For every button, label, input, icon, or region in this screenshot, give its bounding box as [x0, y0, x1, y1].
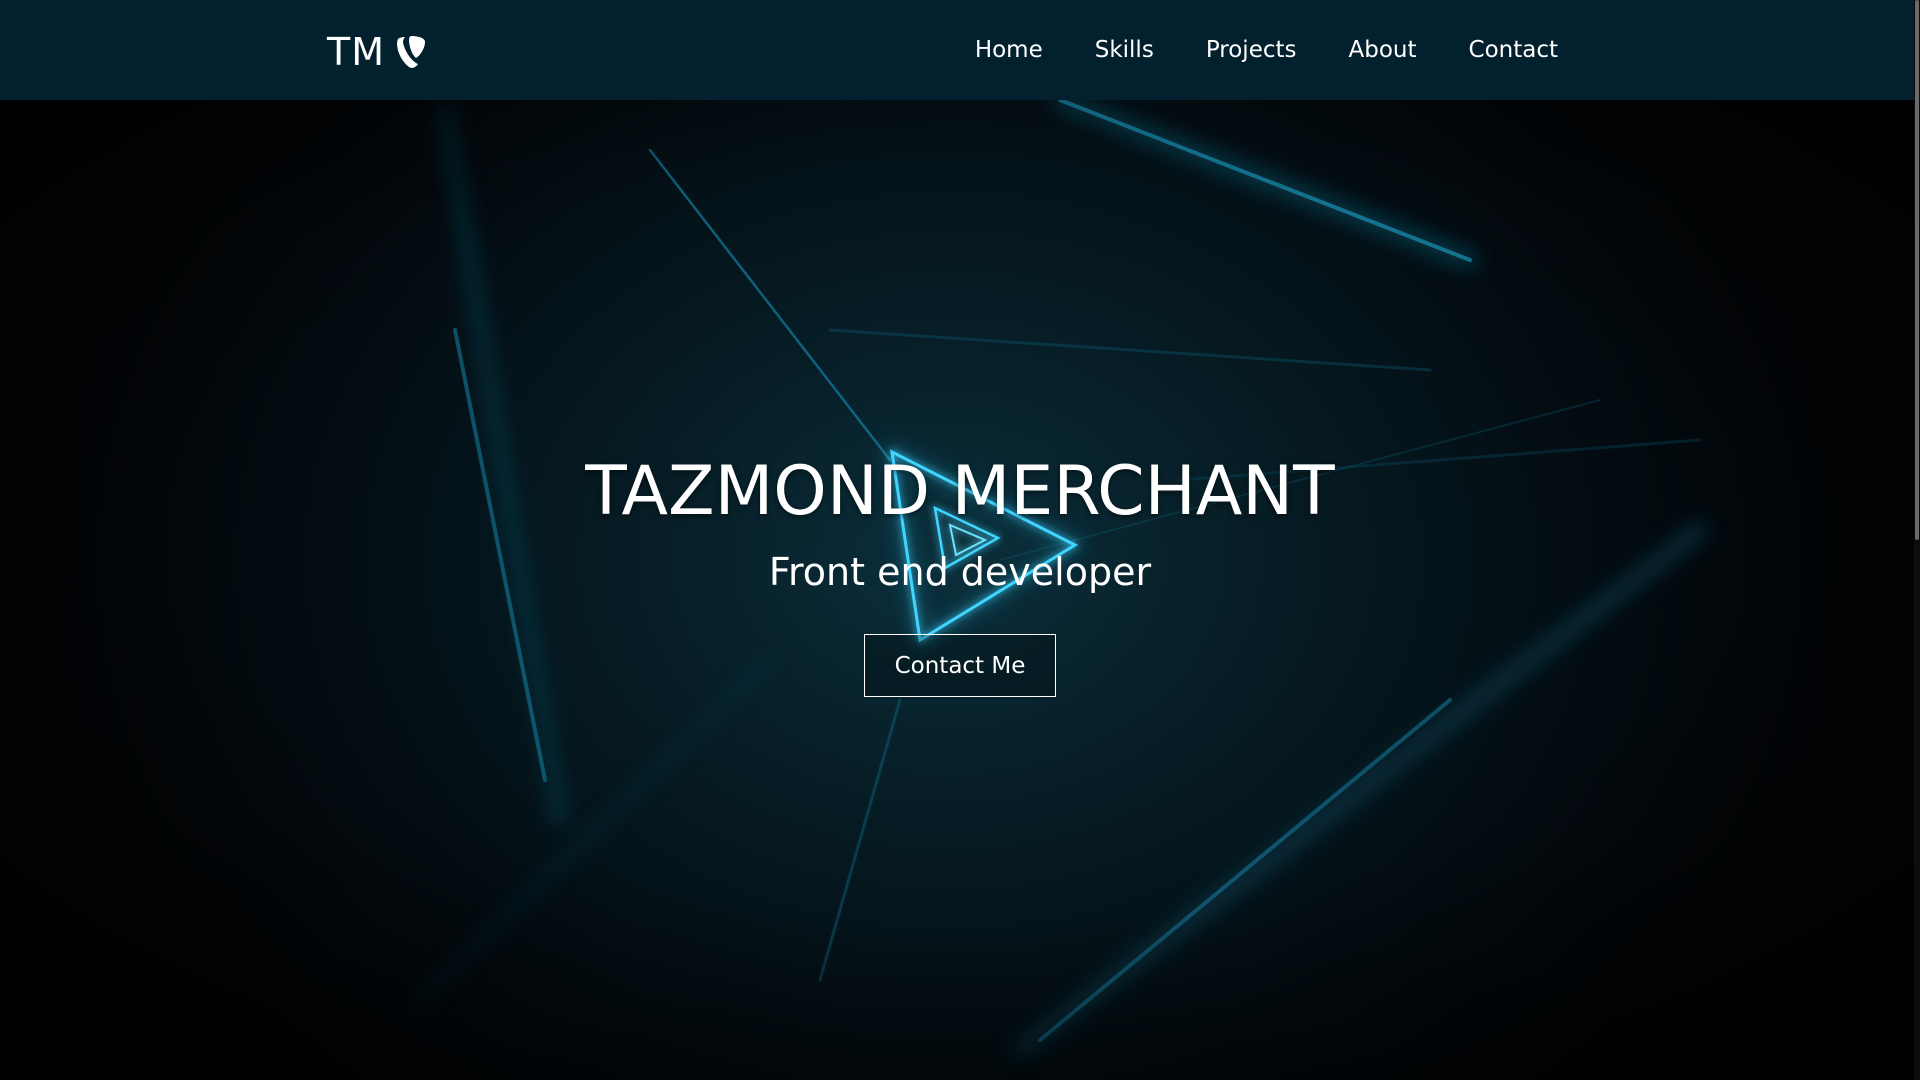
navbar: TM Home Skills Projects About Contact: [0, 0, 1920, 100]
brand-logo[interactable]: TM: [327, 30, 427, 74]
brand-text: TM: [327, 30, 385, 74]
contact-me-button[interactable]: Contact Me: [864, 634, 1056, 697]
hero-content: TAZMOND MERCHANT Front end developer Con…: [0, 452, 1920, 697]
hero-subtitle: Front end developer: [768, 550, 1152, 594]
nav-item-contact[interactable]: Contact: [1469, 37, 1558, 63]
nav-item-home[interactable]: Home: [975, 37, 1043, 63]
nav-item-projects[interactable]: Projects: [1206, 37, 1297, 63]
page-scrollbar[interactable]: [1914, 0, 1920, 1080]
typo3-logo-icon: [395, 35, 427, 69]
nav-item-about[interactable]: About: [1349, 37, 1417, 63]
nav-item-skills[interactable]: Skills: [1095, 37, 1154, 63]
portfolio-page: TM Home Skills Projects About Contact TA…: [0, 0, 1920, 1080]
hero-section: TAZMOND MERCHANT Front end developer Con…: [0, 100, 1920, 1080]
nav-menu: Home Skills Projects About Contact: [975, 0, 1558, 100]
scrollbar-thumb[interactable]: [1915, 0, 1919, 540]
hero-title: TAZMOND MERCHANT: [585, 452, 1335, 531]
